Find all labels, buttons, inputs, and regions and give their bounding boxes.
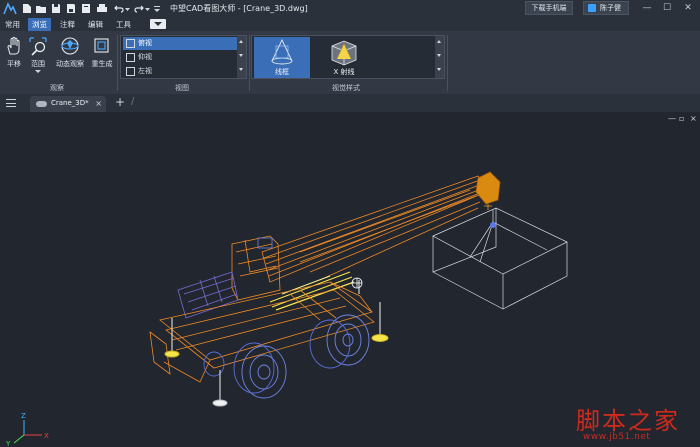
tab-tools[interactable]: 工具 bbox=[112, 18, 135, 31]
watermark-brand: 脚本之家 bbox=[576, 407, 680, 435]
watermark-url: www.jb51.net bbox=[583, 432, 651, 442]
user-icon bbox=[588, 4, 596, 12]
ucs-z-label: Z bbox=[21, 412, 26, 420]
tab-edit[interactable]: 编辑 bbox=[84, 18, 107, 31]
style-item-xray[interactable]: X 射线 bbox=[316, 37, 372, 78]
style-item-wireframe[interactable]: 线框 bbox=[254, 37, 310, 78]
crane-wheels bbox=[203, 314, 370, 399]
user-account-button[interactable]: 陈子健 bbox=[583, 1, 629, 15]
view-item-left-label: 左视 bbox=[138, 67, 152, 75]
gallery-expand-icon bbox=[437, 68, 441, 71]
redo-dropdown-icon[interactable] bbox=[145, 3, 150, 14]
orbit-button[interactable]: 动态观察 bbox=[55, 34, 85, 78]
view-item-left[interactable]: 左视 bbox=[123, 65, 237, 78]
document-tab[interactable]: Crane_3D* × bbox=[30, 96, 106, 112]
engine-block bbox=[177, 271, 239, 319]
xray-shape-icon bbox=[331, 40, 357, 66]
view-item-top-label: 俯视 bbox=[138, 39, 152, 47]
observe-group-label: 观察 bbox=[50, 84, 64, 92]
menu-icon[interactable] bbox=[6, 99, 16, 107]
ucs-x-label: X bbox=[44, 432, 49, 440]
new-file-icon[interactable] bbox=[22, 3, 32, 14]
pan-hand-icon bbox=[7, 36, 20, 55]
zoom-extents-icon bbox=[29, 37, 47, 56]
minimize-button[interactable]: — bbox=[642, 3, 652, 13]
close-tab-icon[interactable]: × bbox=[95, 96, 102, 111]
view-gallery-scrollbar[interactable] bbox=[237, 36, 246, 78]
ribbon-panel: 平移 范围 动态观察 重生成 观察 俯视 仰视 左视 视图 线框 X 射线 视觉… bbox=[0, 31, 700, 94]
ribbon-divider bbox=[117, 35, 118, 91]
window-title: 中望CAD看图大师 - [Crane_3D.dwg] bbox=[170, 4, 308, 13]
extents-button-label: 范围 bbox=[31, 60, 45, 68]
ribbon-tab-bar: 常用 浏览 注释 编辑 工具 bbox=[0, 18, 700, 31]
ribbon-divider bbox=[249, 35, 250, 91]
drawing-viewport[interactable]: — ▫ × Z X Y 脚本之家 www.jb51.net bbox=[0, 112, 700, 447]
ribbon-divider bbox=[447, 35, 448, 91]
visual-style-scrollbar[interactable] bbox=[435, 36, 444, 78]
ucs-icon bbox=[13, 420, 42, 444]
regenerate-icon bbox=[94, 38, 109, 53]
document-tab-bar: Crane_3D* × + / bbox=[0, 94, 700, 112]
undo-icon[interactable] bbox=[114, 3, 124, 14]
bottom-view-icon bbox=[126, 53, 135, 62]
maximize-button[interactable]: ☐ bbox=[662, 3, 672, 13]
undo-dropdown-icon[interactable] bbox=[125, 3, 130, 14]
open-folder-icon[interactable] bbox=[36, 3, 46, 14]
save-as-icon[interactable] bbox=[66, 3, 76, 14]
orbit-button-label: 动态观察 bbox=[56, 60, 84, 68]
ribbon-minimize-toggle[interactable] bbox=[150, 19, 166, 29]
title-bar: 中望CAD看图大师 - [Crane_3D.dwg] 下载手机端 陈子健 — ☐… bbox=[0, 0, 700, 18]
orbit-icon bbox=[61, 37, 79, 55]
top-view-icon bbox=[126, 39, 135, 48]
print-icon[interactable] bbox=[96, 3, 108, 14]
scroll-down-icon bbox=[239, 54, 243, 57]
view-item-bottom[interactable]: 仰视 bbox=[123, 51, 237, 64]
visual-style-group-label: 视觉样式 bbox=[332, 84, 360, 92]
user-name: 陈子健 bbox=[600, 4, 621, 12]
scroll-down-icon bbox=[437, 54, 441, 57]
customize-toolbar-icon[interactable] bbox=[154, 3, 160, 14]
scroll-up-icon bbox=[239, 40, 243, 43]
scroll-up-icon bbox=[437, 40, 441, 43]
extents-dropdown-icon bbox=[35, 70, 41, 73]
download-mobile-button[interactable]: 下载手机端 bbox=[525, 1, 573, 15]
tab-annotate[interactable]: 注释 bbox=[56, 18, 79, 31]
tab-separator: / bbox=[131, 96, 135, 107]
export-icon[interactable] bbox=[81, 3, 91, 14]
style-item-xray-label: X 射线 bbox=[333, 68, 355, 76]
view-gallery[interactable]: 俯视 仰视 左视 bbox=[120, 35, 247, 79]
crane-chassis bbox=[149, 281, 375, 383]
new-tab-button[interactable]: + bbox=[115, 95, 125, 109]
left-view-icon bbox=[126, 67, 135, 76]
regenerate-button-label: 重生成 bbox=[91, 60, 113, 68]
style-item-wireframe-label: 线框 bbox=[275, 68, 289, 76]
orbit-cursor bbox=[351, 277, 363, 289]
ucs-y-label: Y bbox=[5, 440, 11, 447]
close-button[interactable]: ✕ bbox=[683, 3, 693, 13]
view-item-bottom-label: 仰视 bbox=[138, 53, 152, 61]
tab-home[interactable]: 常用 bbox=[1, 18, 24, 31]
gallery-expand-icon bbox=[239, 68, 243, 71]
tab-browse[interactable]: 浏览 bbox=[28, 18, 51, 31]
visual-style-gallery[interactable]: 线框 X 射线 bbox=[251, 35, 445, 79]
save-icon[interactable] bbox=[51, 3, 61, 14]
document-tab-title: Crane_3D* bbox=[51, 99, 89, 107]
hoist-box-wireframe bbox=[432, 207, 568, 310]
extents-button[interactable]: 范围 bbox=[24, 34, 52, 78]
ribbon-minimize-icon bbox=[154, 22, 162, 26]
crane-3d-model: Z X Y bbox=[5, 171, 568, 447]
view-group-label: 视图 bbox=[175, 84, 189, 92]
boom-tip-sheave bbox=[475, 171, 501, 210]
wireframe-cone-icon bbox=[271, 38, 293, 65]
cloud-icon bbox=[36, 101, 47, 107]
view-item-top[interactable]: 俯视 bbox=[123, 37, 237, 50]
redo-icon[interactable] bbox=[134, 3, 144, 14]
lift-cylinder bbox=[269, 271, 355, 311]
app-logo-icon[interactable] bbox=[3, 2, 17, 16]
regenerate-button[interactable]: 重生成 bbox=[88, 34, 116, 78]
crane-boom bbox=[261, 175, 487, 283]
